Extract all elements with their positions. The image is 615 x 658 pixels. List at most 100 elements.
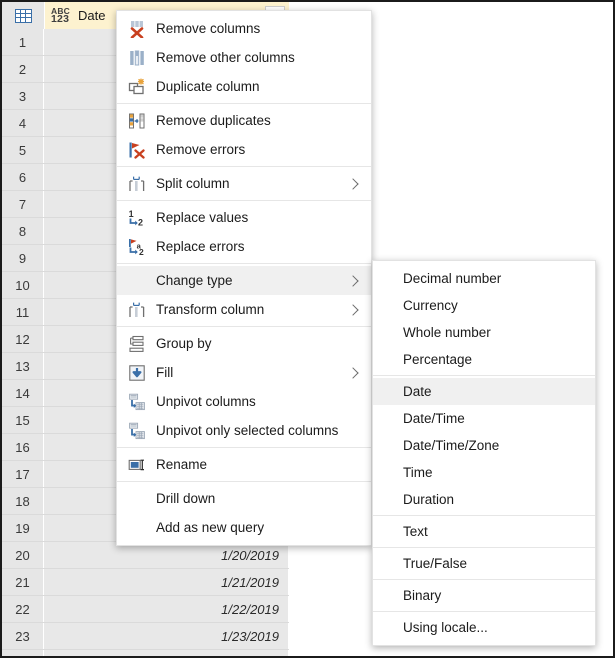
submenu-item-date[interactable]: Date [373, 378, 595, 405]
submenu-separator [373, 375, 595, 376]
submenu-item-whole-number[interactable]: Whole number [373, 319, 595, 346]
menu-item-group-by[interactable]: Group by [117, 329, 371, 358]
column-header-label: Date [78, 8, 106, 23]
unpivot-selected-icon [123, 421, 151, 441]
menu-separator [117, 326, 371, 327]
row-number: 6 [2, 164, 44, 190]
table-row[interactable]: 23 1/23/2019 [2, 623, 289, 650]
row-number: 23 [2, 623, 44, 649]
menu-item-replace-errors[interactable]: a 2 Replace errors [117, 232, 371, 261]
submenu-item-text[interactable]: Text [373, 518, 595, 545]
menu-item-replace-values[interactable]: 1 2 Replace values [117, 203, 371, 232]
row-number: 9 [2, 245, 44, 271]
menu-item-label: Drill down [156, 491, 216, 506]
menu-item-unpivot-columns[interactable]: Unpivot columns [117, 387, 371, 416]
menu-item-split-column[interactable]: Split column [117, 169, 371, 198]
menu-item-label: Add as new query [156, 520, 265, 535]
submenu-separator [373, 611, 595, 612]
row-number: 18 [2, 488, 44, 514]
menu-item-duplicate-column[interactable]: Duplicate column [117, 72, 371, 101]
menu-item-remove-other-columns[interactable]: Remove other columns [117, 43, 371, 72]
submenu-item-decimal-number[interactable]: Decimal number [373, 265, 595, 292]
abc123-type-icon[interactable]: ABC 123 [51, 6, 75, 25]
menu-item-label: Remove errors [156, 142, 246, 157]
unpivot-columns-icon [123, 392, 151, 412]
submenu-item-currency[interactable]: Currency [373, 292, 595, 319]
row-number: 22 [2, 596, 44, 622]
menu-item-label: Remove other columns [156, 50, 295, 65]
row-number: 2 [2, 56, 44, 82]
menu-separator [117, 481, 371, 482]
menu-separator [117, 166, 371, 167]
submenu-item-time[interactable]: Time [373, 459, 595, 486]
date-cell[interactable]: 1/22/2019 [44, 596, 289, 622]
submenu-item-true-false[interactable]: True/False [373, 550, 595, 577]
row-number: 12 [2, 326, 44, 352]
row-number: 10 [2, 272, 44, 298]
table-row[interactable]: 21 1/21/2019 [2, 569, 289, 596]
row-number: 20 [2, 542, 44, 568]
row-number: 1 [2, 29, 44, 55]
submenu-item-using-locale[interactable]: Using locale... [373, 614, 595, 641]
menu-item-unpivot-only-selected-columns[interactable]: Unpivot only selected columns [117, 416, 371, 445]
menu-item-remove-columns[interactable]: Remove columns [117, 14, 371, 43]
menu-item-label: Replace errors [156, 239, 245, 254]
svg-text:2: 2 [139, 247, 144, 256]
submenu-item-duration[interactable]: Duration [373, 486, 595, 513]
replace-values-icon: 12 [123, 208, 151, 228]
table-row[interactable]: 20 1/20/2019 [2, 542, 289, 569]
menu-item-remove-errors[interactable]: Remove errors [117, 135, 371, 164]
grid-corner-cell[interactable] [2, 2, 45, 29]
change-type-submenu[interactable]: Decimal number Currency Whole number Percen… [372, 260, 596, 646]
menu-item-rename[interactable]: Rename [117, 450, 371, 479]
date-cell[interactable]: 1/21/2019 [44, 569, 289, 595]
chevron-right-icon [347, 274, 359, 287]
menu-item-label: Rename [156, 457, 208, 472]
table-row[interactable]: 241/24/2019 [2, 650, 289, 656]
submenu-item-date-time[interactable]: Date/Time [373, 405, 595, 432]
remove-other-columns-icon [123, 48, 151, 68]
menu-item-change-type[interactable]: Change type [117, 266, 371, 295]
row-number: 17 [2, 461, 44, 487]
menu-item-label: Unpivot columns [156, 394, 256, 409]
menu-item-fill[interactable]: Fill [117, 358, 371, 387]
rename-icon [123, 455, 151, 475]
duplicate-column-icon [123, 77, 151, 97]
menu-item-label: Remove duplicates [156, 113, 271, 128]
svg-text:1: 1 [129, 209, 134, 219]
menu-item-label: Change type [156, 273, 233, 288]
menu-item-icon-placeholder [123, 271, 151, 291]
split-column-icon [123, 174, 151, 194]
row-number: 8 [2, 218, 44, 244]
remove-errors-icon [123, 140, 151, 160]
table-icon [14, 8, 32, 23]
row-number: 24 [2, 650, 44, 656]
menu-item-label: Unpivot only selected columns [156, 423, 339, 438]
column-context-menu[interactable]: Remove columns Remove other columns Duplic… [116, 10, 372, 546]
submenu-separator [373, 515, 595, 516]
menu-item-icon-placeholder [123, 518, 151, 538]
submenu-item-date-time-zone[interactable]: Date/Time/Zone [373, 432, 595, 459]
menu-separator [117, 263, 371, 264]
menu-separator [117, 200, 371, 201]
row-number: 5 [2, 137, 44, 163]
date-cell[interactable]: 1/23/2019 [44, 623, 289, 649]
remove-duplicates-icon [123, 111, 151, 131]
menu-item-label: Split column [156, 176, 230, 191]
table-row[interactable]: 22 1/22/2019 [2, 596, 289, 623]
menu-item-add-as-new-query[interactable]: Add as new query [117, 513, 371, 542]
submenu-item-binary[interactable]: Binary [373, 582, 595, 609]
svg-text:2: 2 [138, 217, 143, 227]
menu-item-transform-column[interactable]: Transform column [117, 295, 371, 324]
menu-item-remove-duplicates[interactable]: Remove duplicates [117, 106, 371, 135]
row-number: 14 [2, 380, 44, 406]
submenu-item-percentage[interactable]: Percentage [373, 346, 595, 373]
date-cell[interactable]: 1/24/2019 [44, 650, 289, 656]
replace-errors-icon: a2 [123, 237, 151, 257]
power-query-editor-window: ABC 123 Date 11/1/201921/2/201931/3/2019… [0, 0, 615, 658]
remove-columns-icon [123, 19, 151, 39]
menu-item-label: Group by [156, 336, 212, 351]
menu-item-drill-down[interactable]: Drill down [117, 484, 371, 513]
chevron-right-icon [347, 177, 359, 190]
row-number: 21 [2, 569, 44, 595]
